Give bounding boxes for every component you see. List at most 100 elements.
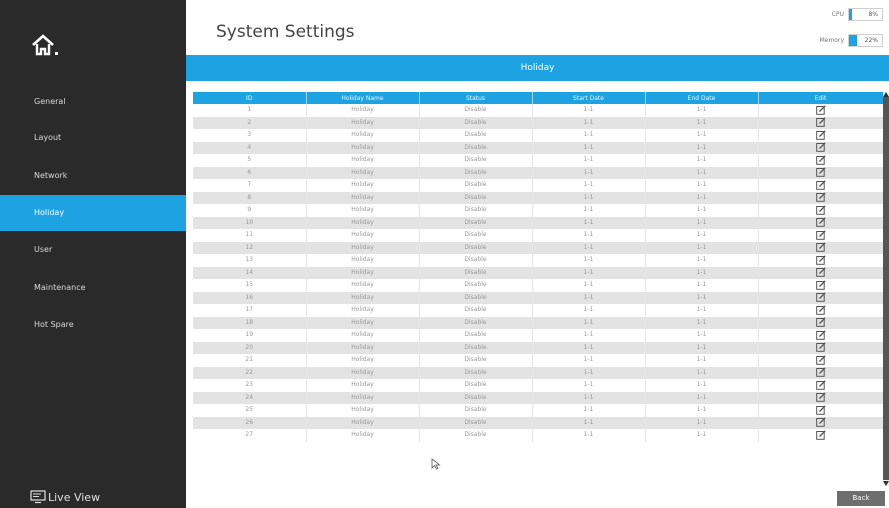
start-date-cell: 1-1 [532,429,646,442]
end-date-cell: 1-1 [645,104,759,117]
start-date-cell: 1-1 [532,166,646,179]
sidebar-item-network[interactable]: Network [0,158,186,194]
id-cell: 4 [193,141,307,154]
id-cell: 11 [193,229,307,242]
edit-icon[interactable] [815,317,826,327]
start-date-cell: 1-1 [532,191,646,204]
status-cell: Disable [419,204,533,217]
edit-cell [758,366,883,379]
id-cell: 27 [193,429,307,442]
edit-cell [758,291,883,304]
edit-icon[interactable] [815,279,826,290]
start-date-cell: 1-1 [532,316,646,329]
table-row: 18 Holiday Disable 1-1 1-1 [193,316,883,329]
edit-cell [758,216,883,229]
cpu-label: CPU [831,11,844,18]
edit-cell [758,341,883,354]
holiday-name-cell: Holiday [306,216,420,229]
edit-icon[interactable] [815,204,826,215]
status-cell: Disable [419,229,533,242]
edit-icon[interactable] [815,329,826,340]
edit-cell [758,429,883,442]
edit-cell [758,129,883,142]
edit-cell [758,304,883,317]
edit-icon[interactable] [815,104,826,115]
end-date-cell: 1-1 [645,366,759,379]
sidebar-item-hot-spare[interactable]: Hot Spare [0,307,186,343]
edit-icon[interactable] [815,142,826,152]
id-cell: 1 [193,104,307,117]
edit-icon[interactable] [815,167,826,177]
end-date-cell: 1-1 [645,229,759,242]
edit-icon[interactable] [815,367,826,377]
edit-icon[interactable] [815,379,826,390]
id-cell: 23 [193,379,307,392]
table-row: 20 Holiday Disable 1-1 1-1 [193,341,883,354]
table-row: 16 Holiday Disable 1-1 1-1 [193,291,883,304]
status-cell: Disable [419,241,533,254]
sidebar-item-holiday[interactable]: Holiday [0,195,186,231]
edit-icon[interactable] [815,342,826,352]
status-cell: Disable [419,179,533,192]
start-date-cell: 1-1 [532,216,646,229]
holiday-name-cell: Holiday [306,416,420,429]
edit-icon[interactable] [815,154,826,165]
holiday-name-cell: Holiday [306,191,420,204]
status-cell: Disable [419,354,533,367]
status-cell: Disable [419,104,533,117]
table-row: 3 Holiday Disable 1-1 1-1 [193,129,883,142]
scroll-down-icon[interactable] [883,481,889,486]
edit-icon[interactable] [815,417,826,427]
home-icon[interactable] [30,33,66,57]
end-date-cell: 1-1 [645,254,759,267]
end-date-cell: 1-1 [645,166,759,179]
id-cell: 19 [193,329,307,342]
edit-icon[interactable] [815,392,826,402]
end-date-cell: 1-1 [645,404,759,417]
back-button[interactable]: Back [837,491,885,506]
edit-icon[interactable] [815,354,826,365]
edit-icon[interactable] [815,404,826,415]
edit-icon[interactable] [815,292,826,302]
col-end-date-header: End Date [645,92,759,104]
table-row: 9 Holiday Disable 1-1 1-1 [193,204,883,217]
edit-icon[interactable] [815,229,826,240]
status-cell: Disable [419,379,533,392]
live-view-button[interactable]: Live View [30,489,100,505]
edit-icon[interactable] [815,179,826,190]
table-row: 6 Holiday Disable 1-1 1-1 [193,166,883,179]
holiday-name-cell: Holiday [306,291,420,304]
status-cell: Disable [419,341,533,354]
live-view-label: Live View [48,490,101,504]
table-scrollbar[interactable] [883,92,889,486]
edit-icon[interactable] [815,117,826,127]
scroll-thumb[interactable] [883,97,889,480]
id-cell: 8 [193,191,307,204]
sidebar-item-layout[interactable]: Layout [0,120,186,156]
memory-bar-fill [849,35,857,46]
edit-icon[interactable] [815,429,826,440]
table-row: 17 Holiday Disable 1-1 1-1 [193,304,883,317]
sidebar-item-general[interactable]: General [0,84,186,120]
holiday-name-cell: Holiday [306,129,420,142]
cpu-value: 8% [868,11,878,18]
id-cell: 18 [193,316,307,329]
edit-cell [758,241,883,254]
edit-icon[interactable] [815,254,826,265]
start-date-cell: 1-1 [532,404,646,417]
sidebar-item-user[interactable]: User [0,232,186,268]
table-row: 8 Holiday Disable 1-1 1-1 [193,191,883,204]
edit-icon[interactable] [815,217,826,227]
table-row: 4 Holiday Disable 1-1 1-1 [193,141,883,154]
id-cell: 6 [193,166,307,179]
sidebar-item-maintenance[interactable]: Maintenance [0,270,186,306]
start-date-cell: 1-1 [532,366,646,379]
edit-icon[interactable] [815,129,826,140]
edit-icon[interactable] [815,192,826,202]
edit-icon[interactable] [815,267,826,277]
status-cell: Disable [419,304,533,317]
edit-icon[interactable] [815,242,826,252]
edit-icon[interactable] [815,304,826,315]
table-row: 5 Holiday Disable 1-1 1-1 [193,154,883,167]
table-row: 2 Holiday Disable 1-1 1-1 [193,116,883,129]
